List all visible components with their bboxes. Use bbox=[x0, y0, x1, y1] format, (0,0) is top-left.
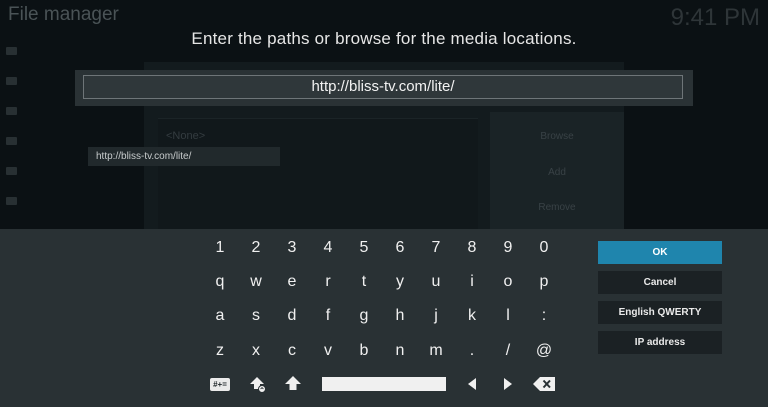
key[interactable]: 5 bbox=[346, 239, 382, 257]
key[interactable]: 2 bbox=[238, 239, 274, 257]
key[interactable]: o bbox=[490, 273, 526, 291]
key[interactable]: @ bbox=[526, 342, 562, 360]
key[interactable]: 8 bbox=[454, 239, 490, 257]
remove-button: Remove bbox=[538, 202, 576, 213]
key[interactable]: 0 bbox=[526, 239, 562, 257]
folder-icon bbox=[6, 137, 17, 145]
key[interactable]: 1 bbox=[202, 239, 238, 257]
folder-icon bbox=[6, 167, 17, 175]
key[interactable]: 6 bbox=[382, 239, 418, 257]
dialog-heading: Enter the paths or browse for the media … bbox=[191, 29, 577, 48]
key[interactable]: g bbox=[346, 307, 382, 325]
key[interactable]: 3 bbox=[274, 239, 310, 257]
key[interactable]: f bbox=[310, 307, 346, 325]
dialog-button-column: Browse Add Remove bbox=[490, 112, 624, 230]
path-suggestion[interactable]: http://bliss-tv.com/lite/ bbox=[88, 147, 280, 166]
space-key[interactable] bbox=[322, 377, 446, 391]
cursor-right-key[interactable] bbox=[490, 373, 526, 395]
backspace-icon bbox=[533, 377, 555, 391]
key[interactable]: h bbox=[382, 307, 418, 325]
cancel-button[interactable]: Cancel bbox=[598, 271, 722, 294]
key[interactable]: a bbox=[202, 307, 238, 325]
key[interactable]: / bbox=[490, 342, 526, 360]
shift-key[interactable] bbox=[275, 373, 311, 395]
key[interactable]: 4 bbox=[310, 239, 346, 257]
key[interactable]: y bbox=[382, 273, 418, 291]
add-button: Add bbox=[548, 167, 566, 178]
shift-icon bbox=[285, 376, 301, 390]
key[interactable]: x bbox=[238, 342, 274, 360]
arrow-left-icon bbox=[468, 378, 476, 390]
key[interactable]: q bbox=[202, 273, 238, 291]
path-input[interactable]: http://bliss-tv.com/lite/ bbox=[83, 75, 683, 99]
keyboard-layout-button[interactable]: English QWERTY bbox=[598, 301, 722, 324]
virtual-keyboard: 1 2 3 4 5 6 7 8 9 0 q w e r t y u i o p a s d f g h j k l: z x c v b n m. / @… bbox=[0, 229, 768, 407]
folder-icon bbox=[6, 107, 17, 115]
key[interactable]: v bbox=[310, 342, 346, 360]
key[interactable]: p bbox=[526, 273, 562, 291]
key[interactable]: 7 bbox=[418, 239, 454, 257]
caps-lock-icon bbox=[250, 377, 266, 393]
sidebar-item bbox=[6, 186, 136, 216]
key[interactable]: 9 bbox=[490, 239, 526, 257]
background-sidebar bbox=[6, 36, 136, 216]
ok-button[interactable]: OK bbox=[598, 241, 722, 264]
key[interactable]: c bbox=[274, 342, 310, 360]
key[interactable]: b bbox=[346, 342, 382, 360]
input-band: http://bliss-tv.com/lite/ bbox=[75, 70, 693, 106]
key[interactable]: n bbox=[382, 342, 418, 360]
key[interactable]: d bbox=[274, 307, 310, 325]
key[interactable]: t bbox=[346, 273, 382, 291]
key[interactable]: s bbox=[238, 307, 274, 325]
arrow-right-icon bbox=[504, 378, 512, 390]
folder-icon bbox=[6, 77, 17, 85]
key[interactable]: m bbox=[418, 342, 454, 360]
key[interactable]: . bbox=[454, 342, 490, 360]
key[interactable]: k bbox=[454, 307, 490, 325]
symbols-key[interactable]: #+= bbox=[202, 373, 238, 395]
backspace-key[interactable] bbox=[526, 373, 562, 395]
caps-lock-key[interactable] bbox=[240, 373, 276, 395]
key[interactable]: u bbox=[418, 273, 454, 291]
key[interactable]: j bbox=[418, 307, 454, 325]
key[interactable]: z bbox=[202, 342, 238, 360]
ip-address-button[interactable]: IP address bbox=[598, 331, 722, 354]
none-entry: <None> bbox=[166, 130, 206, 142]
symbols-key-label: #+= bbox=[210, 377, 230, 391]
key[interactable]: i bbox=[454, 273, 490, 291]
cursor-left-key[interactable] bbox=[454, 373, 490, 395]
key[interactable]: l bbox=[490, 307, 526, 325]
clock: 9:41 PM bbox=[670, 4, 760, 31]
window-title: File manager bbox=[8, 4, 119, 25]
browse-button: Browse bbox=[540, 131, 574, 142]
key[interactable]: r bbox=[310, 273, 346, 291]
source-list bbox=[158, 118, 478, 229]
key[interactable]: e bbox=[274, 273, 310, 291]
folder-icon bbox=[6, 197, 17, 205]
key[interactable]: : bbox=[526, 307, 562, 325]
key[interactable]: w bbox=[238, 273, 274, 291]
